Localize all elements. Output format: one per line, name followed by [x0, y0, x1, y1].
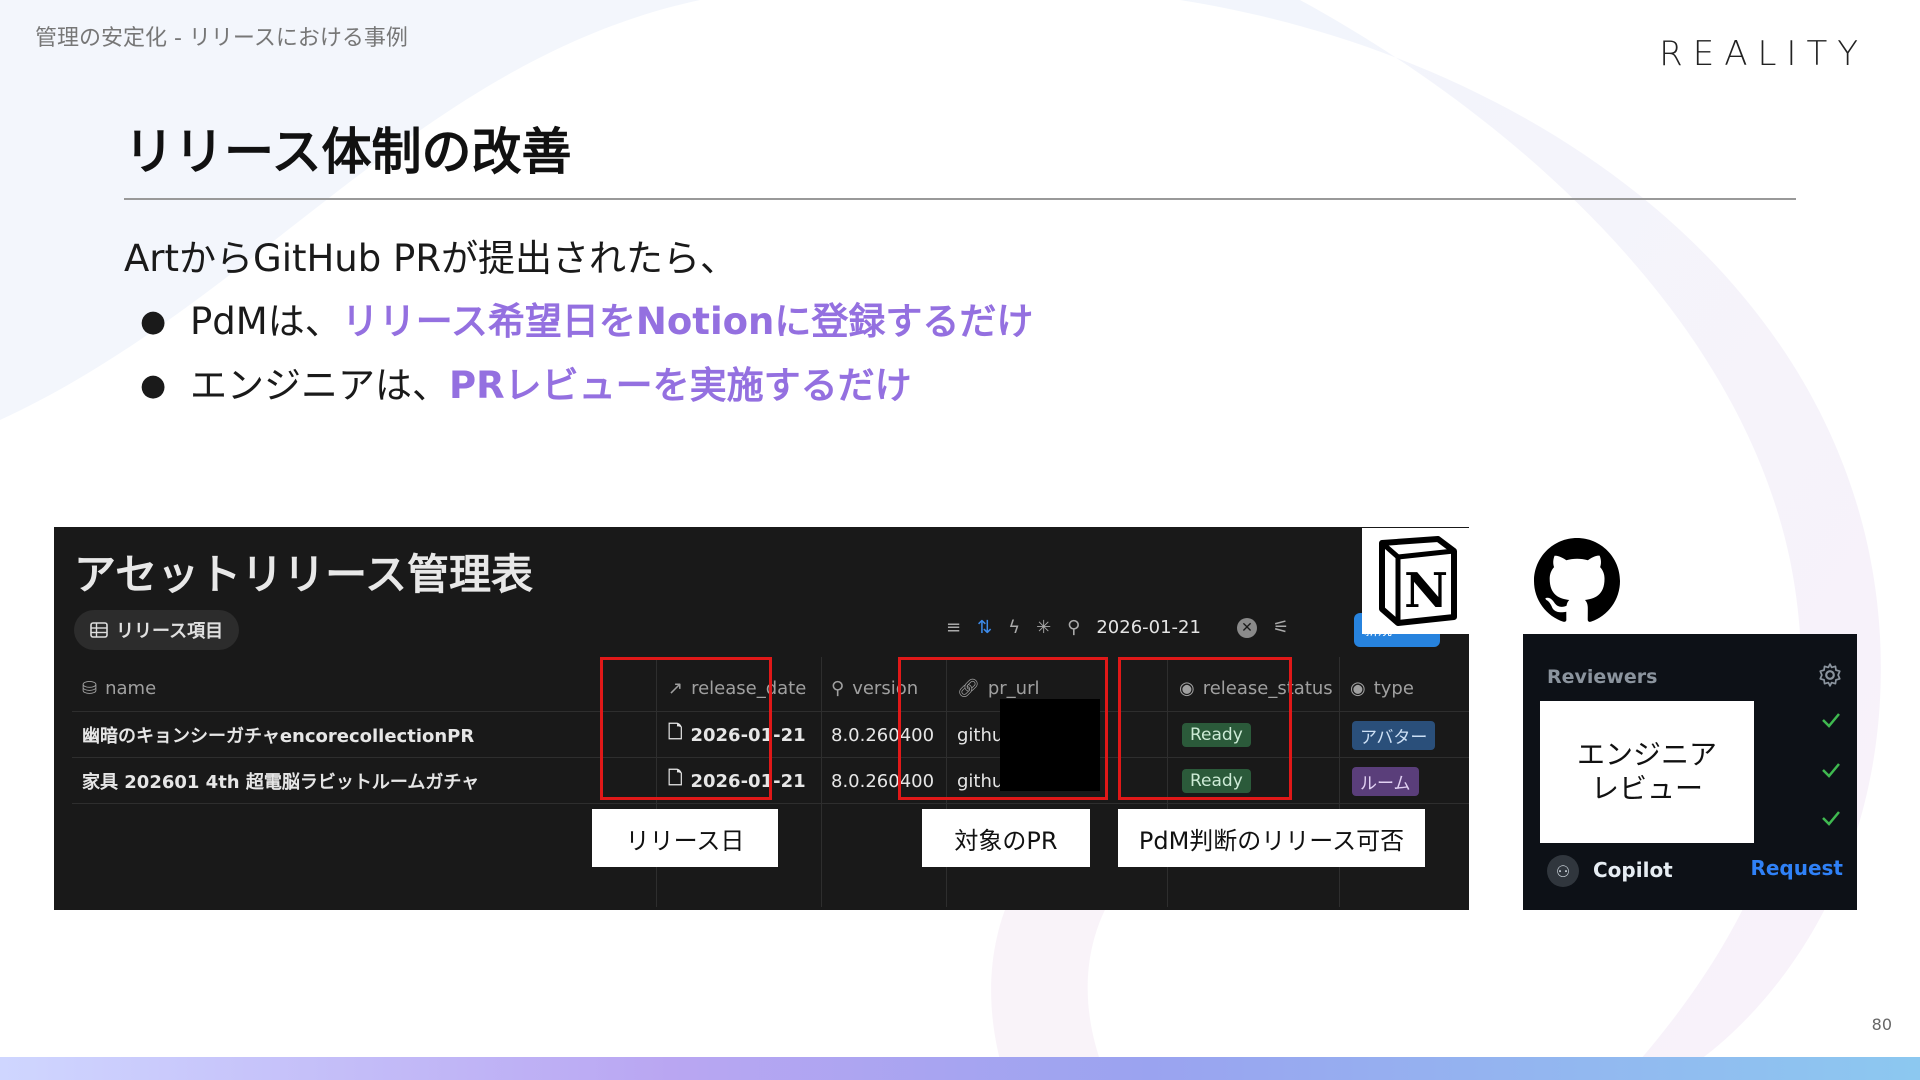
github-icon — [1534, 538, 1620, 622]
copilot-reviewer: Copilot — [1593, 858, 1673, 882]
request-review-link[interactable]: Request — [1750, 856, 1843, 880]
bullet-item: ● PdMは、 リリース希望日をNotionに登録するだけ — [140, 290, 1033, 354]
overlay-line-1: エンジニア — [1576, 738, 1717, 771]
cell-type[interactable]: アバター — [1352, 720, 1436, 750]
database-toolbar: ≡ ⇅ ϟ ✳ ⚲ 2026-01-21 ✕ ⚟ — [946, 617, 1289, 638]
bullet-highlight: PRレビューを実施するだけ — [449, 364, 912, 407]
cell-type[interactable]: ルーム — [1352, 766, 1419, 796]
intro-text: ArtからGitHub PRが提出されたら、 — [124, 237, 738, 280]
reviewers-heading: Reviewers — [1547, 666, 1658, 688]
notion-screenshot: アセットリリース管理表 リリース項目 ≡ ⇅ ϟ ✳ ⚲ 2026-01-21 … — [54, 527, 1469, 910]
automation-icon[interactable]: ϟ — [1008, 617, 1020, 638]
search-icon: ⚲ — [831, 677, 845, 699]
check-icon — [1822, 763, 1840, 778]
annotation-box-release-date — [600, 657, 772, 800]
cell-name[interactable]: 幽暗のキョンシーガチャencorecollectionPR — [82, 722, 474, 748]
annotation-box-pr-url — [898, 657, 1108, 800]
check-icon — [1822, 713, 1840, 728]
type-badge: ルーム — [1352, 766, 1419, 796]
database-icon: ⛁ — [82, 677, 98, 699]
annotation-label-pr: 対象のPR — [922, 809, 1090, 867]
copilot-avatar-icon: ⚇ — [1547, 855, 1579, 887]
column-header-type[interactable]: ◉ type — [1350, 678, 1414, 699]
view-tab-label: リリース項目 — [116, 621, 224, 642]
column-header-name[interactable]: ⛁ name — [82, 678, 156, 699]
sparkle-icon[interactable]: ✳ — [1036, 617, 1051, 638]
notion-logo: N — [1362, 528, 1470, 634]
page-number: 80 — [1871, 1015, 1892, 1034]
notion-icon: N — [1379, 536, 1457, 626]
github-reviewers-panel: Reviewers エンジニア レビュー ⚇ Copilot Request — [1523, 634, 1857, 910]
status-icon: ◉ — [1350, 677, 1366, 699]
sort-icon[interactable]: ⇅ — [977, 617, 992, 638]
column-label: name — [105, 677, 157, 699]
settings-sliders-icon[interactable]: ⚟ — [1273, 617, 1289, 638]
bullet-dot-icon: ● — [140, 368, 167, 403]
gear-icon[interactable] — [1817, 662, 1843, 688]
engineer-review-label: エンジニア レビュー — [1540, 701, 1754, 843]
bottom-gradient-bar — [0, 1057, 1920, 1080]
overlay-line-2: レビュー — [1590, 772, 1703, 805]
title-divider — [124, 198, 1796, 200]
bullet-prefix: PdMは、 — [190, 300, 342, 343]
type-badge: アバター — [1352, 720, 1436, 750]
reality-logo: REALITY — [1659, 34, 1868, 74]
bullet-item: ● エンジニアは、 PRレビューを実施するだけ — [140, 354, 1033, 418]
breadcrumb: 管理の安定化 - リリースにおける事例 — [35, 26, 408, 51]
database-title: アセットリリース管理表 — [74, 550, 534, 599]
search-icon[interactable]: ⚲ — [1067, 617, 1080, 638]
bullet-dot-icon: ● — [140, 304, 167, 339]
column-label: type — [1373, 677, 1414, 699]
table-icon — [90, 622, 108, 638]
filter-icon[interactable]: ≡ — [946, 617, 961, 638]
check-icon — [1822, 811, 1840, 826]
svg-text:N: N — [1404, 563, 1448, 619]
search-input[interactable]: 2026-01-21 — [1096, 617, 1201, 638]
bullet-list: ● PdMは、 リリース希望日をNotionに登録するだけ ● エンジニアは、 … — [140, 290, 1033, 418]
slide-title: リリース体制の改善 — [124, 123, 572, 181]
clear-search-icon[interactable]: ✕ — [1236, 617, 1257, 638]
bullet-highlight: リリース希望日をNotionに登録するだけ — [341, 300, 1034, 343]
annotation-label-release-status: PdM判断のリリース可否 — [1118, 809, 1425, 867]
annotation-box-release-status — [1118, 657, 1292, 800]
view-tab-release-items[interactable]: リリース項目 — [74, 610, 240, 650]
annotation-label-release-date: リリース日 — [592, 809, 778, 867]
bullet-prefix: エンジニアは、 — [190, 364, 449, 407]
cell-name[interactable]: 家具 202601 4th 超電脳ラビットルームガチャ — [82, 768, 479, 794]
